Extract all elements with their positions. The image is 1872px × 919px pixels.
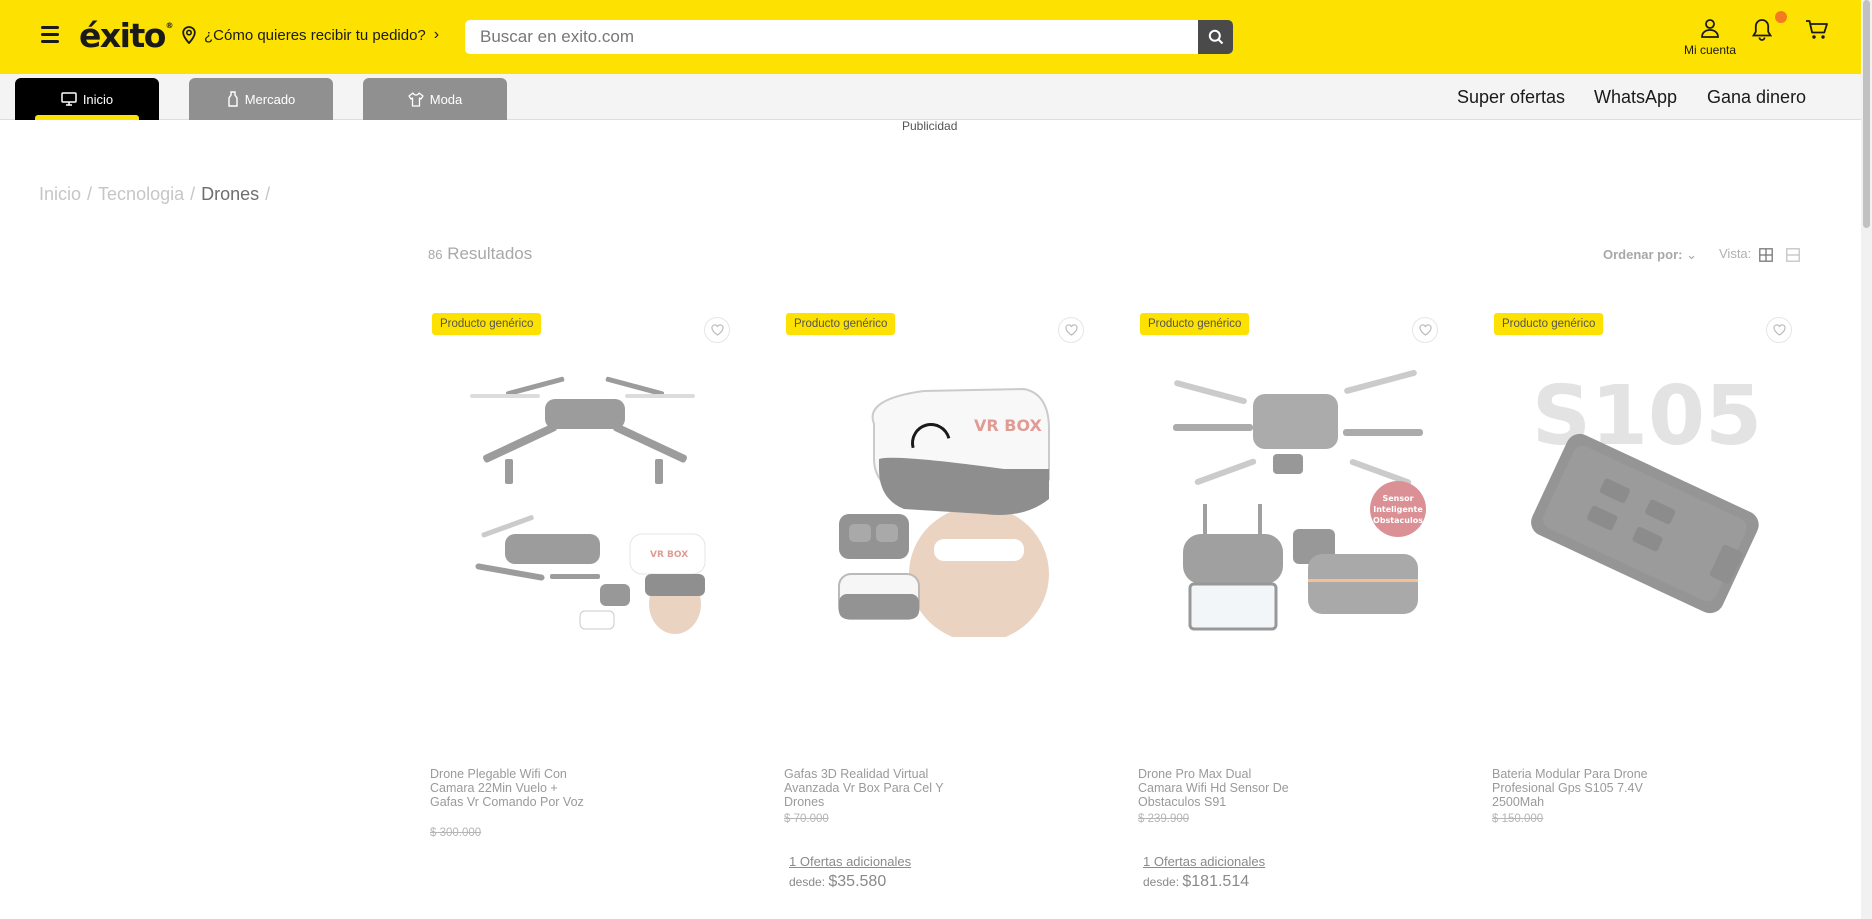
svg-text:Inteligente: Inteligente (1373, 505, 1423, 514)
generic-product-badge: Producto genérico (1494, 313, 1604, 335)
from-price-value: $181.514 (1182, 873, 1250, 890)
from-price-label: desde: (789, 875, 826, 889)
nav-link-super-ofertas[interactable]: Super ofertas (1457, 87, 1565, 108)
product-name[interactable]: Gafas 3D Realidad Virtual Avanzada Vr Bo… (784, 767, 944, 809)
from-price: desde: $35.580 (789, 873, 886, 891)
grid-icon (1759, 248, 1773, 262)
list-view-button[interactable] (1786, 247, 1800, 266)
bell-icon (1751, 19, 1773, 41)
nav-link-whatsapp[interactable]: WhatsApp (1594, 87, 1677, 108)
product-card[interactable]: Producto genérico S105 Bateria Modular P… (1492, 313, 1792, 893)
notifications-button[interactable] (1751, 11, 1787, 46)
results-number: 86 (428, 247, 443, 262)
category-nav: Inicio Mercado Moda Super ofertas WhatsA… (0, 74, 1861, 120)
svg-text:Obstaculos: Obstaculos (1373, 516, 1423, 525)
cart-icon (1806, 20, 1828, 39)
generic-product-badge: Producto genérico (786, 313, 896, 335)
product-image-battery[interactable]: S105 (1512, 359, 1782, 637)
product-name[interactable]: Drone Plegable Wifi Con Camara 22Min Vue… (430, 767, 590, 809)
from-price: desde: $181.514 (1143, 873, 1249, 891)
view-label: Vista: (1719, 246, 1752, 261)
from-price-label: desde: (1143, 875, 1180, 889)
product-image-drone-kit[interactable]: VR BOX (450, 359, 720, 637)
notification-badge (1775, 11, 1787, 23)
product-old-price: $ 300.000 (430, 827, 482, 839)
additional-offers-link[interactable]: 1 Ofertas adicionales (1143, 854, 1265, 869)
account-label: Mi cuenta (1683, 43, 1737, 57)
tab-moda[interactable]: Moda (363, 78, 507, 120)
favorite-button[interactable] (704, 317, 730, 343)
product-name[interactable]: Bateria Modular Para Drone Profesional G… (1492, 767, 1652, 809)
generic-product-badge: Producto genérico (432, 313, 542, 335)
menu-icon[interactable] (41, 26, 59, 44)
scrollbar-thumb[interactable] (1863, 0, 1870, 228)
sort-dropdown[interactable]: Ordenar por: ⌄ (1603, 247, 1697, 263)
nav-link-gana-dinero[interactable]: Gana dinero (1707, 87, 1806, 108)
additional-offers-link[interactable]: 1 Ofertas adicionales (789, 854, 911, 869)
breadcrumb: Inicio / Tecnologia / Drones / (39, 184, 271, 204)
heart-icon (710, 324, 724, 336)
heart-icon (1772, 324, 1786, 336)
monitor-icon (61, 92, 77, 106)
account-button[interactable]: Mi cuenta (1672, 18, 1748, 57)
generic-product-badge: Producto genérico (1140, 313, 1250, 335)
product-image-drone-pro[interactable]: Sensor Inteligente Obstaculos (1158, 359, 1428, 637)
breadcrumb-item-inicio[interactable]: Inicio (39, 184, 81, 204)
user-icon (1701, 19, 1719, 38)
heart-icon (1064, 324, 1078, 336)
product-old-price: $ 70.000 (784, 813, 829, 825)
cart-button[interactable] (1805, 19, 1829, 45)
sort-label: Ordenar por: (1603, 247, 1683, 262)
product-old-price: $ 239.900 (1138, 813, 1190, 825)
search-input[interactable] (465, 20, 1198, 54)
tab-label: Mercado (244, 91, 296, 107)
product-image-text: VR BOX (974, 416, 1043, 435)
svg-text:VR BOX: VR BOX (650, 550, 688, 560)
active-tab-indicator (35, 115, 139, 120)
header: éxito ® ¿Cómo quieres recibir tu pedido? … (0, 0, 1861, 74)
heart-icon (1418, 324, 1432, 336)
tab-label: Moda (429, 91, 463, 107)
tab-mercado[interactable]: Mercado (189, 78, 333, 120)
tab-label: Inicio (82, 91, 114, 107)
delivery-location-selector[interactable]: ¿Cómo quieres recibir tu pedido? › (182, 26, 439, 44)
product-card[interactable]: Producto genérico VR BOX Drone Plegable … (430, 313, 730, 893)
advertising-label: Publicidad (902, 119, 958, 133)
list-icon (1786, 248, 1800, 262)
results-count: 86 Resultados (428, 244, 532, 264)
svg-text:Sensor: Sensor (1382, 494, 1413, 503)
favorite-button[interactable] (1058, 317, 1084, 343)
product-old-price: $ 150.000 (1492, 813, 1544, 825)
product-name[interactable]: Drone Pro Max Dual Camara Wifi Hd Sensor… (1138, 767, 1298, 809)
results-label: Resultados (447, 244, 533, 263)
location-prompt: ¿Cómo quieres recibir tu pedido? (204, 26, 426, 44)
favorite-button[interactable] (1766, 317, 1792, 343)
location-pin-icon (182, 26, 196, 44)
bottle-icon (228, 91, 238, 107)
product-image-vr-glasses[interactable]: VR BOX (804, 359, 1074, 642)
search-bar (465, 20, 1233, 54)
from-price-value: $35.580 (828, 873, 887, 890)
search-icon (1208, 29, 1223, 45)
breadcrumb-item-tecnologia[interactable]: Tecnologia (98, 184, 184, 204)
product-card[interactable]: Producto genérico VR BOX Gafas 3D Realid… (784, 313, 1084, 893)
product-card[interactable]: Producto genérico Sensor Inteligente Obs… (1138, 313, 1438, 893)
tab-inicio[interactable]: Inicio (15, 78, 159, 120)
shirt-icon (408, 91, 424, 107)
grid-view-button[interactable] (1759, 247, 1773, 266)
chevron-right-icon: › (433, 26, 440, 43)
search-button[interactable] (1198, 20, 1233, 54)
exito-logo[interactable]: éxito ® (79, 16, 173, 55)
chevron-down-icon: ⌄ (1686, 247, 1697, 262)
favorite-button[interactable] (1412, 317, 1438, 343)
breadcrumb-item-drones[interactable]: Drones (201, 184, 259, 204)
